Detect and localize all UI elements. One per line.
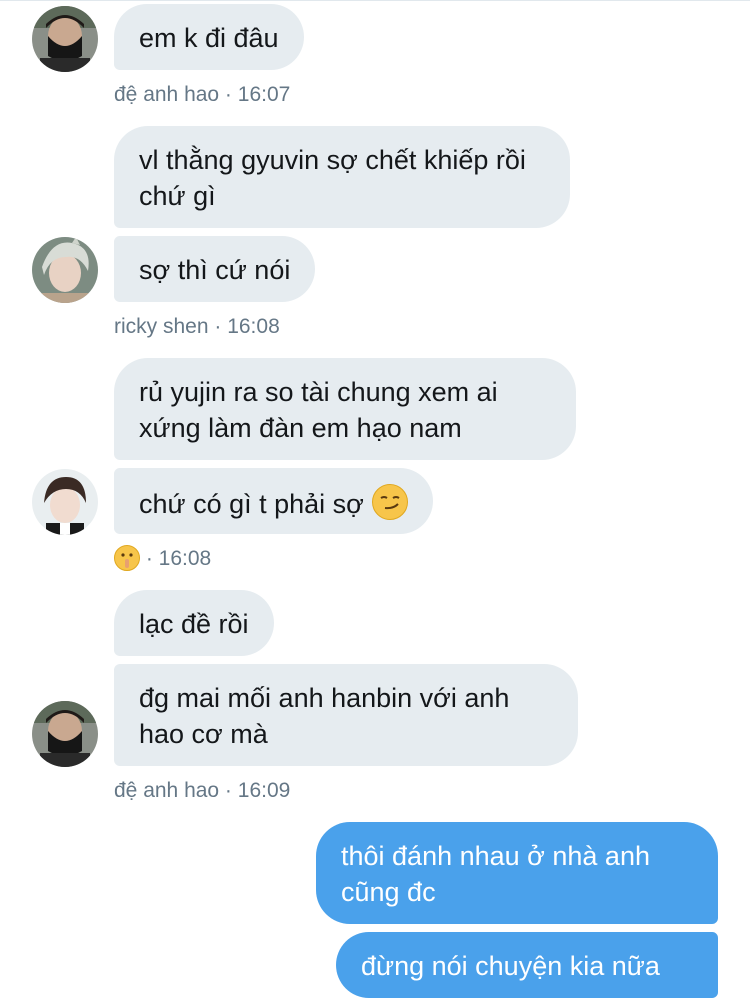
message-text: rủ yujin ra so tài chung xem ai xứng làm… <box>139 377 498 443</box>
message-bubble: vl thằng gyuvin sợ chết khiếp rồi chứ gì <box>114 126 570 228</box>
message-bubble: đg mai mối anh hanbin với anh hao cơ mà <box>114 664 578 766</box>
message-text: em k đi đâu <box>139 23 279 53</box>
message-bubble: sợ thì cứ nói <box>114 236 316 302</box>
sent-message-bubble: đừng nói chuyện kia nữa <box>336 932 718 998</box>
message-text: đg mai mối anh hanbin với anh hao cơ mà <box>139 683 510 749</box>
message-meta: · 16:08 <box>114 545 211 572</box>
avatar-de-anh-hao[interactable] <box>32 701 98 767</box>
message-text: chứ có gì t phải sợ <box>139 489 364 519</box>
message-bubble: em k đi đâu <box>114 4 304 70</box>
avatar-de-anh-hao[interactable] <box>32 6 98 72</box>
message-meta: đệ anh hao · 16:07 <box>114 83 291 106</box>
message-text: lạc đề rồi <box>139 609 249 639</box>
message-text: đừng nói chuyện kia nữa <box>361 951 660 981</box>
message-text: thôi đánh nhau ở nhà anh cũng đc <box>341 841 650 907</box>
avatar-ricky-shen[interactable] <box>32 237 98 303</box>
message-text: vl thằng gyuvin sợ chết khiếp rồi chứ gì <box>139 145 526 211</box>
message-bubble: rủ yujin ra so tài chung xem ai xứng làm… <box>114 358 576 460</box>
top-divider <box>0 0 750 1</box>
message-text: sợ thì cứ nói <box>139 255 291 285</box>
meta-time: · 16:08 <box>145 547 212 570</box>
message-bubble: chứ có gì t phải sợ <box>114 468 433 534</box>
avatar-user-3[interactable] <box>32 469 98 535</box>
smirking-face-emoji-icon <box>371 484 408 520</box>
message-meta: đệ anh hao · 16:09 <box>114 779 291 802</box>
sent-message-bubble: thôi đánh nhau ở nhà anh cũng đc <box>316 822 718 924</box>
message-meta: ricky shen · 16:08 <box>114 315 280 338</box>
message-bubble: lạc đề rồi <box>114 590 274 656</box>
shushing-face-emoji-icon <box>114 545 140 571</box>
